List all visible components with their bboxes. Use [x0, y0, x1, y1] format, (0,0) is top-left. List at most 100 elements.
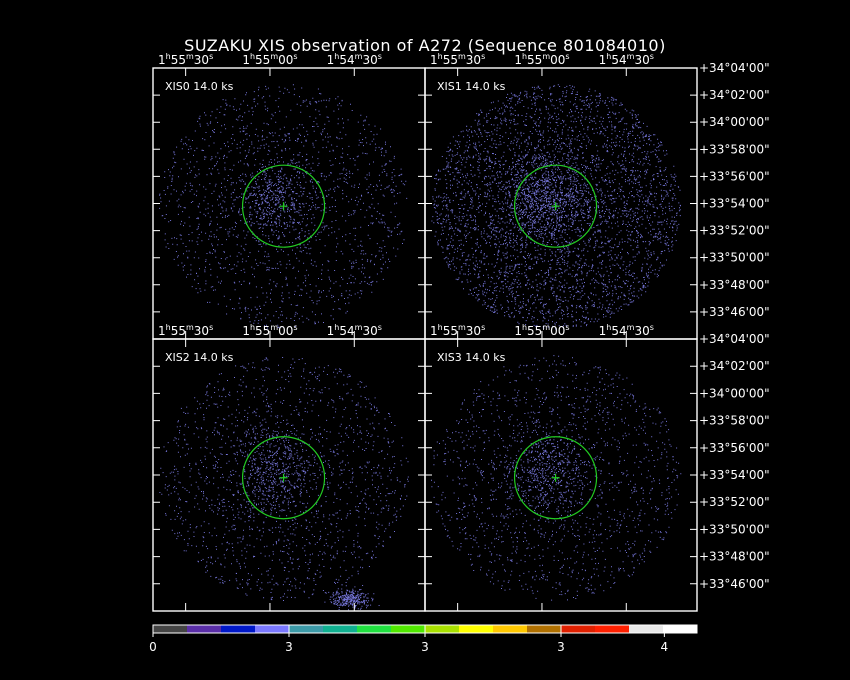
ra-tick-label: 1h55m30s	[158, 323, 213, 338]
ra-value: 1	[327, 53, 335, 67]
ra-value: 1	[430, 324, 438, 338]
ra-value: 54	[611, 324, 626, 338]
colorbar-swatch	[187, 625, 222, 633]
ra-value: 30	[466, 53, 481, 67]
dec-tick-label: +34°04'00"	[699, 61, 770, 75]
dec-tick-label: +34°02'00"	[699, 359, 770, 373]
unit-superscript: s	[650, 52, 654, 61]
xis-image-figure: XIS0 14.0 ks XIS1 14.0 ks XIS2 14.0 ks XIS3…	[149, 52, 770, 654]
ra-value: 55	[171, 53, 186, 67]
dec-tick-label: +33°46'00"	[699, 305, 770, 319]
ra-value: 55	[527, 324, 542, 338]
unit-superscript: m	[270, 323, 278, 332]
dec-tick-label: +33°50'00"	[699, 251, 770, 265]
colorbar-swatch	[425, 625, 460, 633]
event-scatter-layer	[159, 84, 682, 611]
colorbar-swatch	[153, 625, 188, 633]
unit-superscript: s	[565, 52, 569, 61]
colorbar-tick-label: 3	[557, 640, 565, 654]
ra-value: 30	[362, 53, 377, 67]
unit-superscript: m	[542, 52, 550, 61]
colorbar-tick-label: 4	[661, 640, 669, 654]
panel-frame-0	[152, 67, 426, 340]
ra-value: 30	[362, 324, 377, 338]
colorbar-swatch	[595, 625, 630, 633]
colorbar-tick-label: 3	[421, 640, 429, 654]
ra-tick-label: 1h55m30s	[158, 52, 213, 67]
ra-value: 00	[278, 53, 293, 67]
panel-label: XIS3 14.0 ks	[437, 351, 506, 364]
ra-tick-label: 1h54m30s	[327, 52, 382, 67]
ra-value: 1	[158, 324, 166, 338]
ra-tick-label: 1h55m30s	[430, 52, 485, 67]
ra-value: 1	[599, 324, 607, 338]
ra-value: 1	[599, 53, 607, 67]
dec-tick-label: +34°02'00"	[699, 88, 770, 102]
colorbar-swatch	[289, 625, 324, 633]
ra-value: 30	[634, 324, 649, 338]
dec-tick-label: +33°54'00"	[699, 197, 770, 211]
colorbar-swatch	[323, 625, 358, 633]
ra-value: 30	[194, 53, 209, 67]
panel-ticks	[425, 339, 697, 611]
ra-value: 00	[278, 324, 293, 338]
ra-value: 54	[339, 324, 354, 338]
unit-superscript: s	[293, 52, 297, 61]
ra-value: 55	[527, 53, 542, 67]
ra-value: 00	[550, 324, 565, 338]
ra-value: 55	[255, 53, 270, 67]
ra-value: 1	[430, 53, 438, 67]
unit-superscript: s	[209, 323, 213, 332]
panel-label: XIS0 14.0 ks	[165, 80, 234, 93]
panel-frame-3	[424, 338, 698, 612]
panel-ticks	[425, 68, 697, 339]
unit-superscript: m	[270, 52, 278, 61]
dec-tick-label: +33°52'00"	[699, 224, 770, 238]
unit-superscript: m	[542, 323, 550, 332]
ra-value: 30	[634, 53, 649, 67]
unit-superscript: s	[378, 52, 382, 61]
colorbar-swatch	[493, 625, 528, 633]
colorbar-swatch	[459, 625, 494, 633]
dec-tick-label: +34°04'00"	[699, 332, 770, 346]
unit-superscript: s	[209, 52, 213, 61]
ra-tick-label: 1h54m30s	[599, 52, 654, 67]
dec-tick-label: +33°48'00"	[699, 550, 770, 564]
ra-tick-label: 1h54m30s	[599, 323, 654, 338]
center-cross	[279, 202, 288, 211]
colorbar: 0 3 3 3 4	[149, 624, 698, 654]
panel-events-2	[159, 357, 409, 611]
dec-tick-label: +33°54'00"	[699, 468, 770, 482]
panel-label: XIS1 14.0 ks	[437, 80, 506, 93]
colorbar-swatch	[255, 625, 290, 633]
event-dots	[159, 357, 409, 611]
ra-value: 55	[255, 324, 270, 338]
ra-value: 1	[242, 53, 250, 67]
colorbar-swatch	[391, 625, 426, 633]
unit-superscript: s	[481, 52, 485, 61]
colorbar-tick-label: 0	[149, 640, 157, 654]
ra-value: 1	[514, 53, 522, 67]
ra-tick-label: 1h55m00s	[242, 323, 297, 338]
colorbar-swatch	[357, 625, 392, 633]
dec-tick-label: +34°00'00"	[699, 386, 770, 400]
panel-ticks	[153, 68, 425, 339]
ra-tick-label: 1h55m00s	[514, 52, 569, 67]
unit-superscript: s	[293, 323, 297, 332]
ra-value: 54	[611, 53, 626, 67]
panel-frame-1	[424, 67, 698, 340]
ra-value: 1	[327, 324, 335, 338]
ra-value: 30	[466, 324, 481, 338]
dec-tick-label: +33°56'00"	[699, 441, 770, 455]
dec-tick-label: +33°56'00"	[699, 169, 770, 183]
ra-value: 55	[171, 324, 186, 338]
dec-tick-label: +33°52'00"	[699, 495, 770, 509]
ra-tick-label: 1h55m00s	[242, 52, 297, 67]
colorbar-swatch	[663, 625, 698, 633]
dec-tick-label: +33°46'00"	[699, 577, 770, 591]
dec-tick-label: +33°58'00"	[699, 142, 770, 156]
ra-value: 30	[194, 324, 209, 338]
colorbar-swatch	[629, 625, 664, 633]
colorbar-tick-label: 3	[285, 640, 293, 654]
unit-superscript: s	[481, 323, 485, 332]
